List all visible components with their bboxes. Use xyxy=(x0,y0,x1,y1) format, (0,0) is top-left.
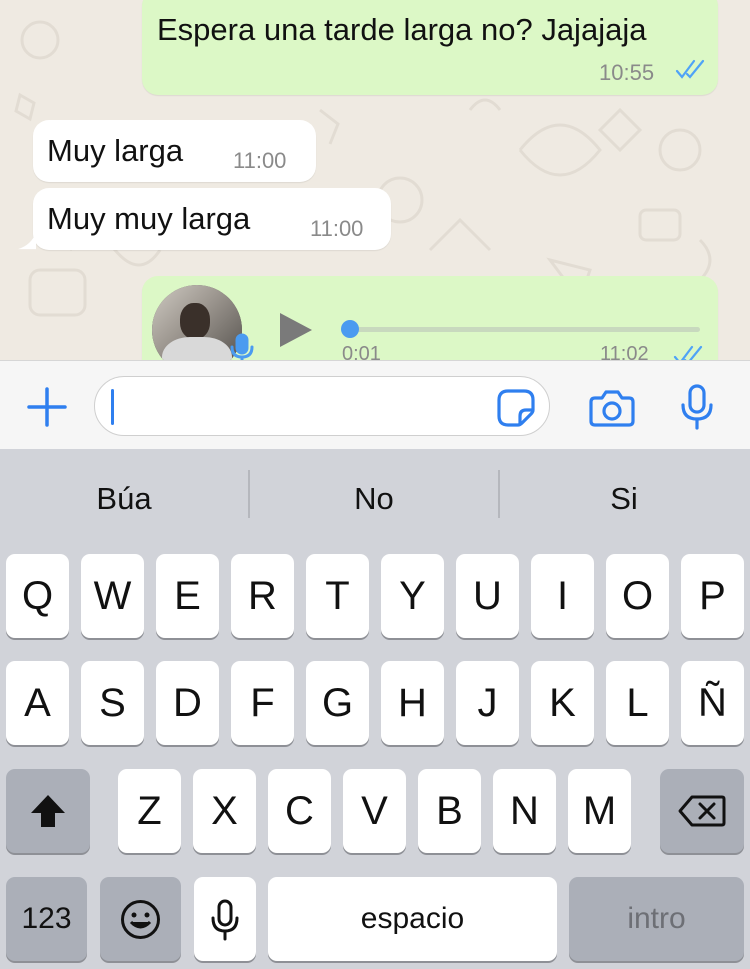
key-p[interactable]: P xyxy=(681,554,744,638)
message-text: Muy muy larga xyxy=(47,201,251,236)
space-key[interactable]: espacio xyxy=(268,877,557,961)
key-j[interactable]: J xyxy=(456,661,519,745)
key-i[interactable]: I xyxy=(531,554,594,638)
key-n[interactable]: N xyxy=(493,769,556,853)
message-bubble-incoming[interactable]: Muy larga 11:00 xyxy=(33,120,316,182)
message-time: 11:00 xyxy=(233,148,287,173)
message-time: 10:55 xyxy=(599,60,655,85)
suggestion-3[interactable]: Si xyxy=(500,469,748,529)
message-input[interactable] xyxy=(94,376,550,436)
read-receipt-icon xyxy=(673,345,703,360)
key-y[interactable]: Y xyxy=(381,554,444,638)
voice-note-duration: 0:01 xyxy=(342,343,381,360)
voice-note-progress-track[interactable] xyxy=(350,327,700,332)
message-text: Muy larga xyxy=(47,133,184,168)
message-text: Espera una tarde larga no? Jajajaja xyxy=(157,12,647,47)
key-d[interactable]: D xyxy=(156,661,219,745)
key-e[interactable]: E xyxy=(156,554,219,638)
key-m[interactable]: M xyxy=(568,769,631,853)
suggestion-1[interactable]: Búa xyxy=(0,469,248,529)
suggestion-2[interactable]: No xyxy=(250,469,498,529)
chat-area[interactable]: Espera una tarde larga no? Jajajaja 10:5… xyxy=(0,0,750,360)
play-icon[interactable] xyxy=(278,311,314,349)
key-c[interactable]: C xyxy=(268,769,331,853)
shift-key[interactable] xyxy=(6,769,90,853)
microphone-icon xyxy=(211,899,239,941)
backspace-key[interactable] xyxy=(660,769,744,853)
key-q[interactable]: Q xyxy=(6,554,69,638)
camera-icon[interactable] xyxy=(589,389,635,427)
key-z[interactable]: Z xyxy=(118,769,181,853)
key-u[interactable]: U xyxy=(456,554,519,638)
message-bubble-incoming[interactable]: Muy muy larga 11:00 xyxy=(33,188,391,250)
key-f[interactable]: F xyxy=(231,661,294,745)
return-key[interactable]: intro xyxy=(569,877,744,961)
text-caret xyxy=(111,389,114,425)
plus-icon[interactable] xyxy=(26,386,68,428)
key-a[interactable]: A xyxy=(6,661,69,745)
key-n-tilde[interactable]: Ñ xyxy=(681,661,744,745)
key-v[interactable]: V xyxy=(343,769,406,853)
read-receipt-icon xyxy=(675,59,705,79)
composer-bar xyxy=(0,360,750,449)
shift-icon xyxy=(31,795,65,827)
voice-note-time: 11:02 xyxy=(600,343,649,360)
key-o[interactable]: O xyxy=(606,554,669,638)
microphone-icon xyxy=(230,333,254,360)
key-t[interactable]: T xyxy=(306,554,369,638)
message-time: 11:00 xyxy=(310,216,364,241)
key-x[interactable]: X xyxy=(193,769,256,853)
numbers-key[interactable]: 123 xyxy=(6,877,87,961)
key-g[interactable]: G xyxy=(306,661,369,745)
emoji-icon xyxy=(121,900,160,939)
backspace-icon xyxy=(678,795,726,827)
key-s[interactable]: S xyxy=(81,661,144,745)
key-h[interactable]: H xyxy=(381,661,444,745)
key-r[interactable]: R xyxy=(231,554,294,638)
message-bubble-outgoing[interactable]: Espera una tarde larga no? Jajajaja 10:5… xyxy=(142,0,718,95)
dictation-key[interactable] xyxy=(194,877,256,961)
key-w[interactable]: W xyxy=(81,554,144,638)
bubble-tail xyxy=(18,232,36,250)
emoji-key[interactable] xyxy=(100,877,181,961)
key-b[interactable]: B xyxy=(418,769,481,853)
microphone-icon[interactable] xyxy=(678,383,716,431)
voice-note-progress-knob[interactable] xyxy=(341,320,359,338)
key-l[interactable]: L xyxy=(606,661,669,745)
key-k[interactable]: K xyxy=(531,661,594,745)
sticker-icon[interactable] xyxy=(496,388,536,428)
keyboard: Búa No Si Q W E R T Y U I O P A S D F G … xyxy=(0,449,750,969)
